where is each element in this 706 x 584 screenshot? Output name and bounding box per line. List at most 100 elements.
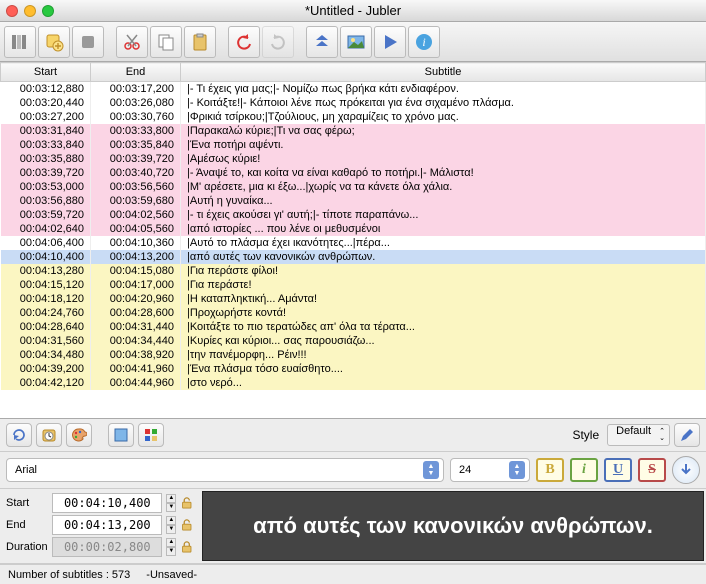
table-row[interactable]: 00:04:24,76000:04:28,600|Προχωρήστε κοντ… <box>1 306 706 320</box>
toggle-sidebar-button[interactable] <box>4 26 36 58</box>
table-row[interactable]: 00:03:39,72000:03:40,720|- Άναψέ το, και… <box>1 166 706 180</box>
col-subtitle[interactable]: Subtitle <box>181 63 706 82</box>
cell-end: 00:04:31,440 <box>91 320 181 334</box>
end-label: End <box>6 519 48 531</box>
end-input[interactable] <box>52 515 162 535</box>
image-button[interactable] <box>340 26 372 58</box>
download-button[interactable] <box>672 456 700 484</box>
close-icon[interactable] <box>6 5 18 17</box>
edit-style-button[interactable] <box>674 423 700 447</box>
table-row[interactable]: 00:03:20,44000:03:26,080|- Κοιτάξτε!|- Κ… <box>1 96 706 110</box>
style-dropdown[interactable]: Default <box>607 424 670 446</box>
table-row[interactable]: 00:04:42,12000:04:44,960|στο νερό... <box>1 376 706 390</box>
maximize-icon[interactable] <box>42 5 54 17</box>
table-row[interactable]: 00:04:06,40000:04:10,360|Αυτό το πλάσμα … <box>1 236 706 250</box>
info-button[interactable]: i <box>408 26 440 58</box>
subtitle-preview[interactable]: από αυτές των κανονικών ανθρώπων. <box>202 491 704 561</box>
start-input[interactable] <box>52 493 162 513</box>
lock-icon[interactable] <box>180 517 194 533</box>
cell-end: 00:03:35,840 <box>91 138 181 152</box>
cell-end: 00:04:10,360 <box>91 236 181 250</box>
cell-end: 00:04:41,960 <box>91 362 181 376</box>
cell-start: 00:03:39,720 <box>1 166 91 180</box>
reload-button[interactable] <box>6 423 32 447</box>
cell-end: 00:03:40,720 <box>91 166 181 180</box>
layout2-button[interactable] <box>138 423 164 447</box>
unsaved-indicator: -Unsaved- <box>146 569 197 581</box>
paste-button[interactable] <box>184 26 216 58</box>
table-row[interactable]: 00:04:34,48000:04:38,920|την πανέμορφη..… <box>1 348 706 362</box>
cell-text: |Για περάστε! <box>181 278 706 292</box>
minimize-icon[interactable] <box>24 5 36 17</box>
table-row[interactable]: 00:03:56,88000:03:59,680|Αυτή η γυναίκα.… <box>1 194 706 208</box>
cell-text: |Αυτό το πλάσμα έχει ικανότητες...|πέρα.… <box>181 236 706 250</box>
font-family-dropdown[interactable]: Arial ▲▼ <box>6 458 444 482</box>
cell-start: 00:03:59,720 <box>1 208 91 222</box>
undo-button[interactable] <box>228 26 260 58</box>
table-row[interactable]: 00:04:10,40000:04:13,200|από αυτές των κ… <box>1 250 706 264</box>
mid-toolbar: Style Default <box>0 419 706 452</box>
bold-button[interactable]: B <box>536 458 564 482</box>
cell-start: 00:03:33,840 <box>1 138 91 152</box>
table-row[interactable]: 00:04:02,64000:04:05,560|από ιστορίες ..… <box>1 222 706 236</box>
table-row[interactable]: 00:03:27,20000:03:30,760|Φρικιά τσίρκου;… <box>1 110 706 124</box>
delete-button[interactable] <box>72 26 104 58</box>
copy-button[interactable] <box>150 26 182 58</box>
col-start[interactable]: Start <box>1 63 91 82</box>
cell-text: |- τι έχεις ακούσει γι' αυτή;|- τίποτε π… <box>181 208 706 222</box>
table-row[interactable]: 00:03:59,72000:04:02,560|- τι έχεις ακού… <box>1 208 706 222</box>
duration-spinner[interactable]: ▲▼ <box>166 538 176 556</box>
end-spinner[interactable]: ▲▼ <box>166 516 176 534</box>
cell-text: |- Άναψέ το, και κοίτα να είναι καθαρό τ… <box>181 166 706 180</box>
cell-text: |Φρικιά τσίρκου;|Τζούλιους, μη χαραμίζει… <box>181 110 706 124</box>
table-row[interactable]: 00:03:12,88000:03:17,200|- Τι έχεις για … <box>1 82 706 97</box>
redo-button[interactable] <box>262 26 294 58</box>
table-row[interactable]: 00:04:15,12000:04:17,000|Για περάστε! <box>1 278 706 292</box>
palette-button[interactable] <box>66 423 92 447</box>
underline-button[interactable]: U <box>604 458 632 482</box>
lock-icon[interactable] <box>180 495 194 511</box>
cell-text: |από αυτές των κανονικών ανθρώπων. <box>181 250 706 264</box>
main-toolbar: i <box>0 22 706 62</box>
cell-text: |- Κοιτάξτε!|- Κάποιοι λένε πως πρόκειτα… <box>181 96 706 110</box>
table-row[interactable]: 00:04:39,20000:04:41,960|Ένα πλάσμα τόσο… <box>1 362 706 376</box>
font-family-value: Arial <box>15 464 423 476</box>
strike-button[interactable]: S <box>638 458 666 482</box>
table-row[interactable]: 00:03:35,88000:03:39,720|Αμέσως κύριε! <box>1 152 706 166</box>
cell-start: 00:04:15,120 <box>1 278 91 292</box>
cut-button[interactable] <box>116 26 148 58</box>
new-button[interactable] <box>38 26 70 58</box>
table-row[interactable]: 00:04:31,56000:04:34,440|Κυρίες και κύρι… <box>1 334 706 348</box>
expand-button[interactable] <box>306 26 338 58</box>
italic-button[interactable]: i <box>570 458 598 482</box>
cell-start: 00:04:34,480 <box>1 348 91 362</box>
cell-start: 00:03:53,000 <box>1 180 91 194</box>
cell-start: 00:03:56,880 <box>1 194 91 208</box>
table-row[interactable]: 00:04:13,28000:04:15,080|Για περάστε φίλ… <box>1 264 706 278</box>
titlebar: *Untitled - Jubler <box>0 0 706 22</box>
svg-text:i: i <box>422 35 425 49</box>
cell-start: 00:04:24,760 <box>1 306 91 320</box>
table-row[interactable]: 00:03:33,84000:03:35,840|Ένα ποτήρι αψέν… <box>1 138 706 152</box>
cell-start: 00:03:31,840 <box>1 124 91 138</box>
table-row[interactable]: 00:04:18,12000:04:20,960|Η καταπληκτική.… <box>1 292 706 306</box>
table-row[interactable]: 00:03:53,00000:03:56,560|Μ' αρέσετε, μια… <box>1 180 706 194</box>
cell-end: 00:04:20,960 <box>91 292 181 306</box>
cell-text: |- Τι έχεις για μας;|- Νομίζω πως βρήκα … <box>181 82 706 97</box>
start-spinner[interactable]: ▲▼ <box>166 494 176 512</box>
font-size-dropdown[interactable]: 24 ▲▼ <box>450 458 530 482</box>
cell-end: 00:03:39,720 <box>91 152 181 166</box>
style-label: Style <box>572 428 599 442</box>
col-end[interactable]: End <box>91 63 181 82</box>
play-button[interactable] <box>374 26 406 58</box>
cell-start: 00:04:18,120 <box>1 292 91 306</box>
cell-text: |Ένα ποτήρι αψέντι. <box>181 138 706 152</box>
cell-start: 00:03:35,880 <box>1 152 91 166</box>
table-row[interactable]: 00:03:31,84000:03:33,800|Παρακαλώ κύριε;… <box>1 124 706 138</box>
layout1-button[interactable] <box>108 423 134 447</box>
cell-start: 00:04:31,560 <box>1 334 91 348</box>
clock-button[interactable] <box>36 423 62 447</box>
subtitle-table-wrap[interactable]: Start End Subtitle 00:03:12,88000:03:17,… <box>0 62 706 419</box>
lock-icon[interactable] <box>180 539 194 555</box>
table-row[interactable]: 00:04:28,64000:04:31,440|Κοιτάξτε το πιο… <box>1 320 706 334</box>
